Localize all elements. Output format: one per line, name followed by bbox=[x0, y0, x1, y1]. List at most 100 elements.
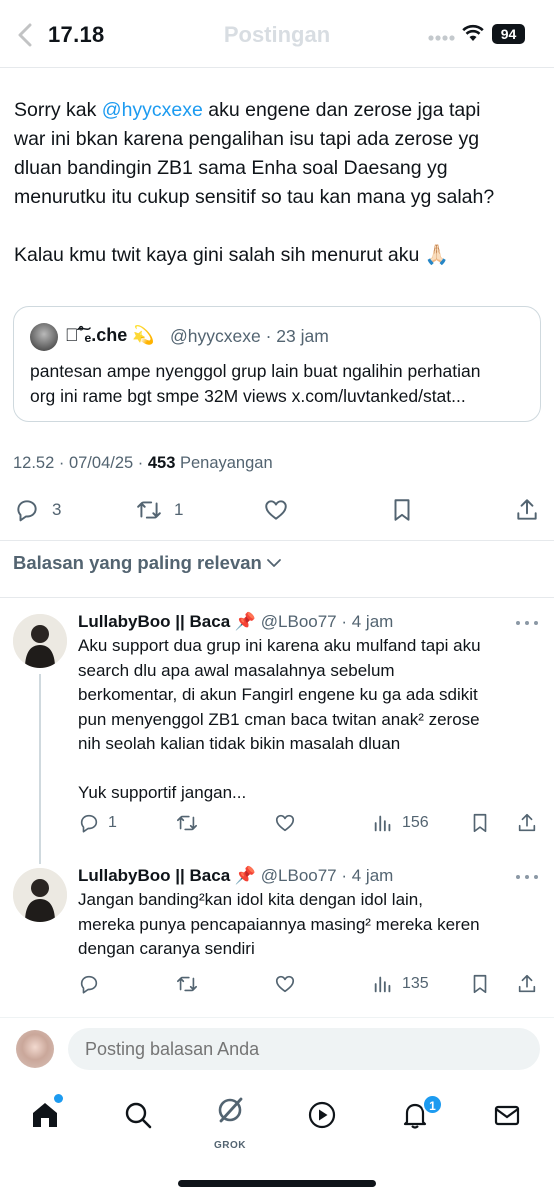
nav-grok[interactable]: GROK bbox=[207, 1092, 253, 1151]
retweet-icon bbox=[177, 815, 197, 831]
retweet-button[interactable] bbox=[176, 808, 198, 838]
reply-author-name[interactable]: LullabyBoo || Baca 📌 bbox=[78, 612, 256, 631]
views-button[interactable]: 156 bbox=[372, 808, 429, 838]
reply-line: Jangan banding²kan idol kita dengan idol… bbox=[78, 890, 423, 909]
home-unread-dot bbox=[54, 1094, 63, 1103]
tweet-line: Sorry kak @hyycxexe aku engene dan zeros… bbox=[14, 96, 544, 125]
reply-line-blank bbox=[78, 757, 544, 782]
reply-icon bbox=[80, 814, 98, 833]
notification-badge: 1 bbox=[422, 1094, 443, 1115]
reply-line: dengan caranya sendiri bbox=[78, 939, 255, 958]
reply-button[interactable] bbox=[78, 969, 100, 999]
more-icon[interactable] bbox=[514, 872, 540, 882]
divider bbox=[0, 597, 554, 598]
tweet-action-bar: 3 1 bbox=[0, 490, 554, 530]
battery-indicator: 94 bbox=[492, 24, 525, 44]
quote-author-name: ꧂͠˚ₑ.che 💫 bbox=[65, 325, 155, 345]
avatar-image bbox=[13, 614, 67, 668]
bookmark-icon bbox=[394, 499, 410, 521]
tweet-text-segment: Sorry kak bbox=[14, 99, 102, 121]
tweet-line: war ini bkan karena pengalihan isu tapi … bbox=[14, 128, 480, 150]
bookmark-icon bbox=[473, 813, 487, 833]
reply-line: Yuk supportif jangan... bbox=[78, 783, 247, 802]
nav-messages[interactable] bbox=[484, 1092, 530, 1138]
reply-input[interactable] bbox=[68, 1028, 540, 1070]
quote-author-handle: @hyycxexe · 23 jam bbox=[170, 326, 329, 346]
reply-body: Aku support dua grup ini karena aku mulf… bbox=[78, 634, 544, 806]
grok-icon bbox=[218, 1097, 243, 1123]
retweet-button[interactable] bbox=[176, 969, 198, 999]
like-button[interactable] bbox=[263, 490, 289, 530]
video-icon bbox=[308, 1101, 336, 1129]
more-icon[interactable] bbox=[514, 618, 540, 628]
tweet-text-segment: aku engene dan zerose jga tapi bbox=[202, 99, 481, 121]
reply-line: pun menyenggol ZB1 cman baca twitan anak… bbox=[78, 709, 480, 729]
grok-label: GROK bbox=[214, 1140, 246, 1151]
nav-search[interactable] bbox=[115, 1092, 161, 1138]
reply-avatar[interactable] bbox=[13, 614, 67, 668]
views-icon bbox=[374, 815, 391, 832]
quote-body: pantesan ampe nyenggol grup lain buat ng… bbox=[30, 359, 530, 409]
reply-body: Jangan banding²kan idol kita dengan idol… bbox=[78, 888, 544, 962]
share-button[interactable] bbox=[514, 490, 540, 530]
quoted-tweet[interactable]: ꧂͠˚ₑ.che 💫 @hyycxexe · 23 jam pantesan a… bbox=[13, 306, 541, 422]
tweet-line: menurutku itu cukup sensitif so tau kan … bbox=[14, 186, 495, 208]
reply-avatar[interactable] bbox=[13, 868, 67, 922]
home-indicator bbox=[178, 1180, 376, 1187]
mention-link[interactable]: @hyycxexe bbox=[102, 99, 203, 121]
views-button[interactable]: 135 bbox=[372, 969, 429, 999]
tweet-timestamp: 12.52 · 07/04/25 · bbox=[13, 454, 148, 472]
reply-sort-label: Balasan yang paling relevan bbox=[13, 552, 262, 573]
retweet-button[interactable]: 1 bbox=[136, 490, 183, 530]
bookmark-icon bbox=[473, 974, 487, 994]
reply-button[interactable]: 3 bbox=[14, 490, 61, 530]
reply-count: 3 bbox=[52, 500, 62, 519]
like-icon bbox=[275, 975, 295, 993]
bookmark-button[interactable] bbox=[469, 808, 491, 838]
my-avatar[interactable] bbox=[16, 1030, 54, 1068]
clock: 17.18 bbox=[48, 22, 105, 47]
nav-video[interactable] bbox=[299, 1092, 345, 1138]
reply-sort-toggle[interactable]: Balasan yang paling relevan bbox=[13, 552, 284, 574]
quote-line: org ini rame bgt smpe 32M views x.com/lu… bbox=[30, 386, 466, 406]
retweet-icon bbox=[177, 976, 197, 992]
reply-button[interactable]: 1 bbox=[78, 808, 117, 838]
bookmark-button[interactable] bbox=[469, 969, 491, 999]
chevron-down-icon bbox=[266, 559, 281, 567]
retweet-count: 1 bbox=[174, 500, 184, 519]
views-icon bbox=[374, 976, 391, 993]
view-count: 453 bbox=[147, 454, 176, 472]
reply-line: search dlu apa awal masalahnya sebelum bbox=[78, 660, 395, 680]
status-bar: Postingan 17.18 94 bbox=[0, 0, 554, 68]
like-icon bbox=[275, 814, 295, 832]
avatar-image bbox=[13, 868, 67, 922]
like-icon bbox=[265, 500, 287, 520]
reply-author-name[interactable]: LullabyBoo || Baca 📌 bbox=[78, 866, 256, 885]
share-button[interactable] bbox=[516, 808, 538, 838]
reply-line: berkomentar, di akun Fangirl engene ku g… bbox=[78, 685, 478, 704]
tweet-line: Kalau kmu twit kaya gini salah sih menur… bbox=[14, 244, 450, 266]
reply-action-bar: 1 156 bbox=[0, 808, 554, 838]
tweet-line: dluan bandingin ZB1 sama Enha soal Daesa… bbox=[14, 157, 448, 179]
reply-header: LullabyBoo || Baca 📌 @LBoo77 · 4 jam bbox=[78, 612, 393, 632]
signal-icon bbox=[428, 35, 455, 41]
retweet-icon bbox=[137, 501, 161, 519]
wifi-icon bbox=[462, 24, 484, 41]
quote-avatar[interactable] bbox=[30, 323, 58, 351]
tweet-text: Sorry kak @hyycxexe aku engene dan zeros… bbox=[14, 96, 544, 270]
like-button[interactable] bbox=[274, 808, 296, 838]
reply-header: LullabyBoo || Baca 📌 @LBoo77 · 4 jam bbox=[78, 866, 393, 886]
share-icon bbox=[518, 974, 536, 993]
reply-line: nih seolah kalian tidak bikin masalah dl… bbox=[78, 734, 401, 753]
reply-compose-bar bbox=[0, 1017, 554, 1081]
share-icon bbox=[518, 813, 536, 832]
tweet-meta: 12.52 · 07/04/25 · 453 Penayangan bbox=[13, 454, 273, 473]
share-button[interactable] bbox=[516, 969, 538, 999]
reply-icon bbox=[17, 500, 37, 522]
like-button[interactable] bbox=[274, 969, 296, 999]
reply-author-handle: @LBoo77 · 4 jam bbox=[256, 612, 394, 631]
reply-icon bbox=[80, 975, 98, 994]
reply-count: 1 bbox=[108, 814, 117, 831]
bookmark-button[interactable] bbox=[389, 490, 415, 530]
reply-line: mereka punya pencapaiannya masing² merek… bbox=[78, 914, 480, 934]
